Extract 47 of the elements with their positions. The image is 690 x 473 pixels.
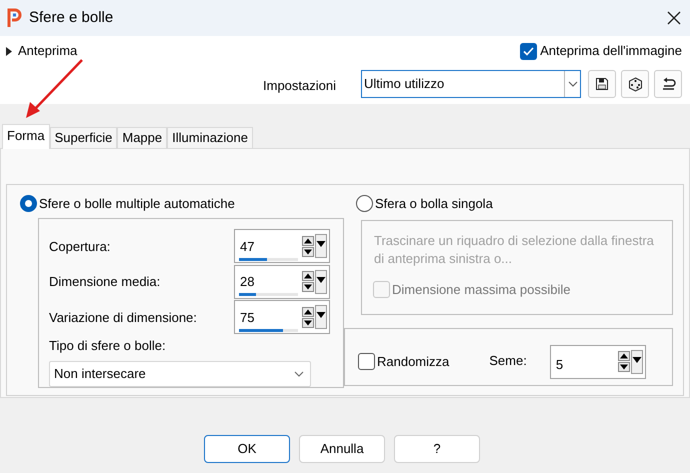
- seed-label: Seme:: [489, 352, 527, 370]
- tab[interactable]: Illuminazione: [167, 127, 253, 148]
- field-label: Copertura:: [49, 238, 112, 256]
- checkmark-icon: [523, 46, 534, 56]
- dialog-button[interactable]: OK: [204, 435, 290, 463]
- settings-label: Impostazioni: [263, 77, 336, 96]
- dice-icon: [628, 76, 642, 92]
- spin-up-icon[interactable]: [302, 271, 314, 282]
- spin-up-icon[interactable]: [618, 351, 630, 361]
- radio-label: Sfera o bolla singola: [375, 195, 493, 213]
- checkbox-label: Randomizza: [377, 352, 450, 371]
- expand-arrow-icon: [6, 46, 12, 56]
- app-logo-icon: [6, 7, 22, 29]
- chevron-down-icon: [568, 81, 578, 87]
- presets-dropdown[interactable]: Ultimo utilizzo: [361, 70, 581, 98]
- radio-label: Sfere o bolle multiple automatiche: [39, 195, 235, 213]
- save-preset-button[interactable]: [588, 70, 616, 98]
- close-icon[interactable]: [667, 11, 681, 25]
- hint-text: Trascinare un riquadro di selezione dalla finestra di anteprima sinistra o...: [374, 232, 655, 268]
- tab[interactable]: Forma: [2, 124, 50, 149]
- tab[interactable]: Mappe: [117, 127, 168, 148]
- checkbox[interactable]: [358, 353, 375, 370]
- radio-button[interactable]: [20, 195, 37, 212]
- dialog-button[interactable]: Annulla: [299, 435, 385, 463]
- chevron-down-icon: [294, 370, 304, 377]
- field-label: Dimensione media:: [49, 273, 162, 292]
- annotation-arrow-icon: [24, 58, 84, 120]
- reset-button[interactable]: [654, 70, 682, 98]
- window-title: Sfere e bolle: [29, 8, 114, 28]
- reset-icon: [660, 77, 676, 91]
- radio-button[interactable]: [356, 195, 373, 212]
- checkbox[interactable]: [520, 42, 538, 60]
- spin-down-icon[interactable]: [302, 318, 314, 328]
- preview-toggle[interactable]: Anteprima: [6, 41, 78, 61]
- field-label: Variazione di dimensione:: [49, 308, 198, 327]
- tab[interactable]: Superficie: [50, 127, 118, 148]
- checkbox-label: Dimensione massima possibile: [392, 280, 570, 299]
- spin-down-icon[interactable]: [302, 246, 314, 257]
- dialog-button[interactable]: ?: [394, 435, 480, 463]
- spin-down-icon[interactable]: [618, 362, 630, 372]
- checkbox-label: Anteprima dell'immagine: [540, 42, 682, 60]
- field-label: Tipo di sfere o bolle:: [49, 337, 167, 356]
- type-dropdown[interactable]: Non intersecare: [49, 360, 311, 387]
- spin-up-icon[interactable]: [302, 236, 314, 246]
- spin-up-icon[interactable]: [302, 306, 314, 317]
- randomize-button[interactable]: [621, 70, 649, 98]
- spin-down-icon[interactable]: [302, 282, 314, 292]
